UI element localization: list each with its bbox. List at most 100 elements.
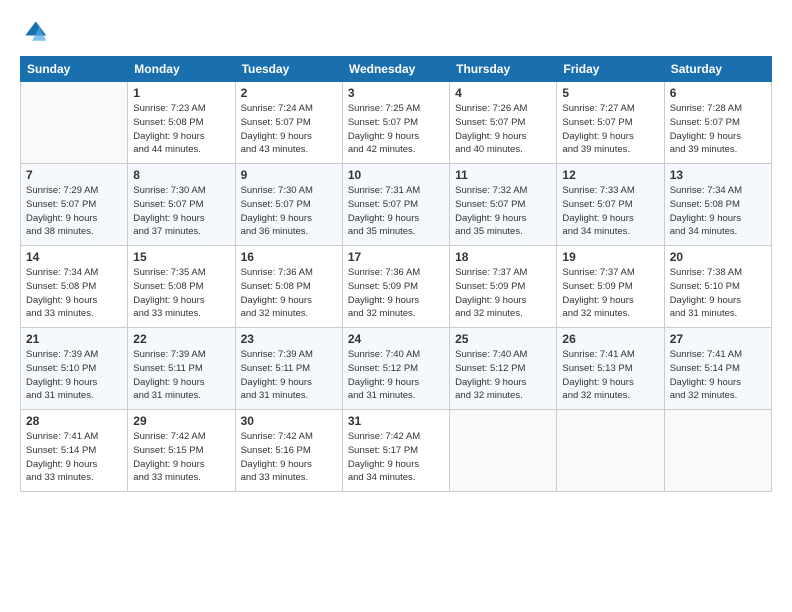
calendar-cell xyxy=(664,410,771,492)
day-number: 2 xyxy=(241,86,337,100)
calendar-cell: 4 Sunrise: 7:26 AM Sunset: 5:07 PM Daylig… xyxy=(450,82,557,164)
logo xyxy=(20,18,52,46)
calendar-cell: 8 Sunrise: 7:30 AM Sunset: 5:07 PM Daylig… xyxy=(128,164,235,246)
calendar-cell: 2 Sunrise: 7:24 AM Sunset: 5:07 PM Daylig… xyxy=(235,82,342,164)
day-number: 16 xyxy=(241,250,337,264)
day-number: 20 xyxy=(670,250,766,264)
day-info: Sunrise: 7:40 AM Sunset: 5:12 PM Dayligh… xyxy=(348,348,444,403)
weekday-header-row: SundayMondayTuesdayWednesdayThursdayFrid… xyxy=(21,57,772,82)
calendar-cell: 11 Sunrise: 7:32 AM Sunset: 5:07 PM Dayli… xyxy=(450,164,557,246)
day-number: 4 xyxy=(455,86,551,100)
day-number: 1 xyxy=(133,86,229,100)
calendar-cell: 20 Sunrise: 7:38 AM Sunset: 5:10 PM Dayli… xyxy=(664,246,771,328)
day-info: Sunrise: 7:31 AM Sunset: 5:07 PM Dayligh… xyxy=(348,184,444,239)
day-info: Sunrise: 7:23 AM Sunset: 5:08 PM Dayligh… xyxy=(133,102,229,157)
day-info: Sunrise: 7:42 AM Sunset: 5:17 PM Dayligh… xyxy=(348,430,444,485)
day-info: Sunrise: 7:33 AM Sunset: 5:07 PM Dayligh… xyxy=(562,184,658,239)
day-number: 28 xyxy=(26,414,122,428)
day-number: 9 xyxy=(241,168,337,182)
calendar-week-row: 7Sunrise: 7:29 AM Sunset: 5:07 PM Daylig… xyxy=(21,164,772,246)
calendar-cell: 5Sunrise: 7:27 AM Sunset: 5:07 PM Daylig… xyxy=(557,82,664,164)
day-info: Sunrise: 7:25 AM Sunset: 5:07 PM Dayligh… xyxy=(348,102,444,157)
day-info: Sunrise: 7:40 AM Sunset: 5:12 PM Dayligh… xyxy=(455,348,551,403)
day-info: Sunrise: 7:36 AM Sunset: 5:08 PM Dayligh… xyxy=(241,266,337,321)
calendar-cell: 14 Sunrise: 7:34 AM Sunset: 5:08 PM Dayli… xyxy=(21,246,128,328)
calendar-cell xyxy=(557,410,664,492)
calendar-cell: 13 Sunrise: 7:34 AM Sunset: 5:08 PM Dayli… xyxy=(664,164,771,246)
day-info: Sunrise: 7:37 AM Sunset: 5:09 PM Dayligh… xyxy=(455,266,551,321)
day-number: 14 xyxy=(26,250,122,264)
weekday-header-monday: Monday xyxy=(128,57,235,82)
calendar-cell: 15 Sunrise: 7:35 AM Sunset: 5:08 PM Dayli… xyxy=(128,246,235,328)
calendar-cell: 21 Sunrise: 7:39 AM Sunset: 5:10 PM Dayli… xyxy=(21,328,128,410)
calendar-cell: 22Sunrise: 7:39 AM Sunset: 5:11 PM Dayli… xyxy=(128,328,235,410)
day-number: 23 xyxy=(241,332,337,346)
day-info: Sunrise: 7:30 AM Sunset: 5:07 PM Dayligh… xyxy=(241,184,337,239)
weekday-header-saturday: Saturday xyxy=(664,57,771,82)
day-info: Sunrise: 7:26 AM Sunset: 5:07 PM Dayligh… xyxy=(455,102,551,157)
day-info: Sunrise: 7:24 AM Sunset: 5:07 PM Dayligh… xyxy=(241,102,337,157)
day-info: Sunrise: 7:35 AM Sunset: 5:08 PM Dayligh… xyxy=(133,266,229,321)
day-number: 24 xyxy=(348,332,444,346)
calendar-cell: 9 Sunrise: 7:30 AM Sunset: 5:07 PM Daylig… xyxy=(235,164,342,246)
day-info: Sunrise: 7:37 AM Sunset: 5:09 PM Dayligh… xyxy=(562,266,658,321)
calendar-cell: 3Sunrise: 7:25 AM Sunset: 5:07 PM Daylig… xyxy=(342,82,449,164)
calendar-cell: 7Sunrise: 7:29 AM Sunset: 5:07 PM Daylig… xyxy=(21,164,128,246)
header xyxy=(20,18,772,46)
calendar-cell: 19 Sunrise: 7:37 AM Sunset: 5:09 PM Dayli… xyxy=(557,246,664,328)
day-number: 25 xyxy=(455,332,551,346)
day-number: 10 xyxy=(348,168,444,182)
day-info: Sunrise: 7:41 AM Sunset: 5:14 PM Dayligh… xyxy=(26,430,122,485)
day-number: 8 xyxy=(133,168,229,182)
day-number: 31 xyxy=(348,414,444,428)
day-info: Sunrise: 7:39 AM Sunset: 5:11 PM Dayligh… xyxy=(241,348,337,403)
calendar-cell: 25 Sunrise: 7:40 AM Sunset: 5:12 PM Dayli… xyxy=(450,328,557,410)
day-info: Sunrise: 7:36 AM Sunset: 5:09 PM Dayligh… xyxy=(348,266,444,321)
calendar-cell: 30 Sunrise: 7:42 AM Sunset: 5:16 PM Dayli… xyxy=(235,410,342,492)
calendar-week-row: 21 Sunrise: 7:39 AM Sunset: 5:10 PM Dayli… xyxy=(21,328,772,410)
calendar-week-row: 14 Sunrise: 7:34 AM Sunset: 5:08 PM Dayli… xyxy=(21,246,772,328)
day-info: Sunrise: 7:42 AM Sunset: 5:16 PM Dayligh… xyxy=(241,430,337,485)
calendar-cell: 17 Sunrise: 7:36 AM Sunset: 5:09 PM Dayli… xyxy=(342,246,449,328)
day-info: Sunrise: 7:34 AM Sunset: 5:08 PM Dayligh… xyxy=(670,184,766,239)
calendar-cell: 12 Sunrise: 7:33 AM Sunset: 5:07 PM Dayli… xyxy=(557,164,664,246)
day-number: 17 xyxy=(348,250,444,264)
calendar-cell: 1 Sunrise: 7:23 AM Sunset: 5:08 PM Daylig… xyxy=(128,82,235,164)
calendar-cell: 10 Sunrise: 7:31 AM Sunset: 5:07 PM Dayli… xyxy=(342,164,449,246)
day-number: 19 xyxy=(562,250,658,264)
calendar-cell: 26Sunrise: 7:41 AM Sunset: 5:13 PM Dayli… xyxy=(557,328,664,410)
day-info: Sunrise: 7:30 AM Sunset: 5:07 PM Dayligh… xyxy=(133,184,229,239)
day-info: Sunrise: 7:42 AM Sunset: 5:15 PM Dayligh… xyxy=(133,430,229,485)
calendar-week-row: 28 Sunrise: 7:41 AM Sunset: 5:14 PM Dayli… xyxy=(21,410,772,492)
day-info: Sunrise: 7:32 AM Sunset: 5:07 PM Dayligh… xyxy=(455,184,551,239)
calendar-cell: 16 Sunrise: 7:36 AM Sunset: 5:08 PM Dayli… xyxy=(235,246,342,328)
calendar-week-row: 1 Sunrise: 7:23 AM Sunset: 5:08 PM Daylig… xyxy=(21,82,772,164)
day-number: 21 xyxy=(26,332,122,346)
day-number: 18 xyxy=(455,250,551,264)
calendar-cell: 24 Sunrise: 7:40 AM Sunset: 5:12 PM Dayli… xyxy=(342,328,449,410)
day-info: Sunrise: 7:38 AM Sunset: 5:10 PM Dayligh… xyxy=(670,266,766,321)
day-number: 15 xyxy=(133,250,229,264)
day-number: 7 xyxy=(26,168,122,182)
page: SundayMondayTuesdayWednesdayThursdayFrid… xyxy=(0,0,792,612)
day-info: Sunrise: 7:28 AM Sunset: 5:07 PM Dayligh… xyxy=(670,102,766,157)
calendar-table: SundayMondayTuesdayWednesdayThursdayFrid… xyxy=(20,56,772,492)
calendar-cell: 18 Sunrise: 7:37 AM Sunset: 5:09 PM Dayli… xyxy=(450,246,557,328)
weekday-header-friday: Friday xyxy=(557,57,664,82)
weekday-header-tuesday: Tuesday xyxy=(235,57,342,82)
calendar-cell: 27Sunrise: 7:41 AM Sunset: 5:14 PM Dayli… xyxy=(664,328,771,410)
calendar-cell: 23 Sunrise: 7:39 AM Sunset: 5:11 PM Dayli… xyxy=(235,328,342,410)
day-number: 11 xyxy=(455,168,551,182)
day-number: 29 xyxy=(133,414,229,428)
weekday-header-sunday: Sunday xyxy=(21,57,128,82)
calendar-cell: 29 Sunrise: 7:42 AM Sunset: 5:15 PM Dayli… xyxy=(128,410,235,492)
calendar-cell: 31 Sunrise: 7:42 AM Sunset: 5:17 PM Dayli… xyxy=(342,410,449,492)
day-info: Sunrise: 7:34 AM Sunset: 5:08 PM Dayligh… xyxy=(26,266,122,321)
calendar-cell xyxy=(450,410,557,492)
day-info: Sunrise: 7:39 AM Sunset: 5:10 PM Dayligh… xyxy=(26,348,122,403)
day-info: Sunrise: 7:27 AM Sunset: 5:07 PM Dayligh… xyxy=(562,102,658,157)
day-number: 30 xyxy=(241,414,337,428)
day-info: Sunrise: 7:41 AM Sunset: 5:14 PM Dayligh… xyxy=(670,348,766,403)
day-number: 12 xyxy=(562,168,658,182)
day-number: 13 xyxy=(670,168,766,182)
